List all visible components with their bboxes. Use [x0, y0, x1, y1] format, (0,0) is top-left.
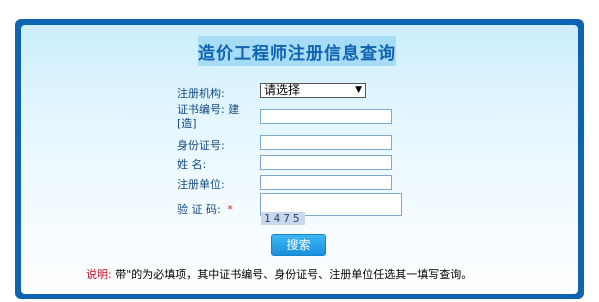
- org-select-value: 请选择: [264, 83, 301, 97]
- id-number-input[interactable]: [260, 135, 392, 150]
- id-label: 身份证号:: [177, 139, 225, 152]
- page-title: 造价工程师注册信息查询: [198, 43, 396, 64]
- captcha-label-row: 验 证 码: *: [177, 203, 233, 216]
- name-input[interactable]: [260, 155, 392, 170]
- cert-label-line2: [造]: [177, 117, 197, 130]
- org-label: 注册机构:: [177, 87, 225, 100]
- org-select[interactable]: 请选择 ▼: [260, 83, 366, 98]
- cert-number-input[interactable]: [260, 109, 392, 124]
- cert-label-line1: 证书编号: 建: [177, 103, 240, 116]
- search-button[interactable]: 搜索: [271, 234, 326, 256]
- unit-label: 注册单位:: [177, 178, 225, 191]
- page-title-box: 造价工程师注册信息查询: [198, 36, 396, 66]
- note-text: 带"的为必填项，其中证书编号、身份证号、注册单位任选其一填写查询。: [115, 268, 473, 281]
- captcha-image[interactable]: 1475: [261, 212, 305, 225]
- required-mark: *: [227, 203, 233, 216]
- dropdown-arrow-icon: ▼: [355, 85, 362, 95]
- captcha-label: 验 证 码:: [177, 203, 221, 216]
- note-prefix: 说明:: [86, 268, 112, 281]
- instruction-note: 说明: 带"的为必填项，其中证书编号、身份证号、注册单位任选其一填写查询。: [86, 266, 472, 282]
- name-label: 姓 名:: [177, 158, 207, 171]
- unit-input[interactable]: [260, 175, 392, 190]
